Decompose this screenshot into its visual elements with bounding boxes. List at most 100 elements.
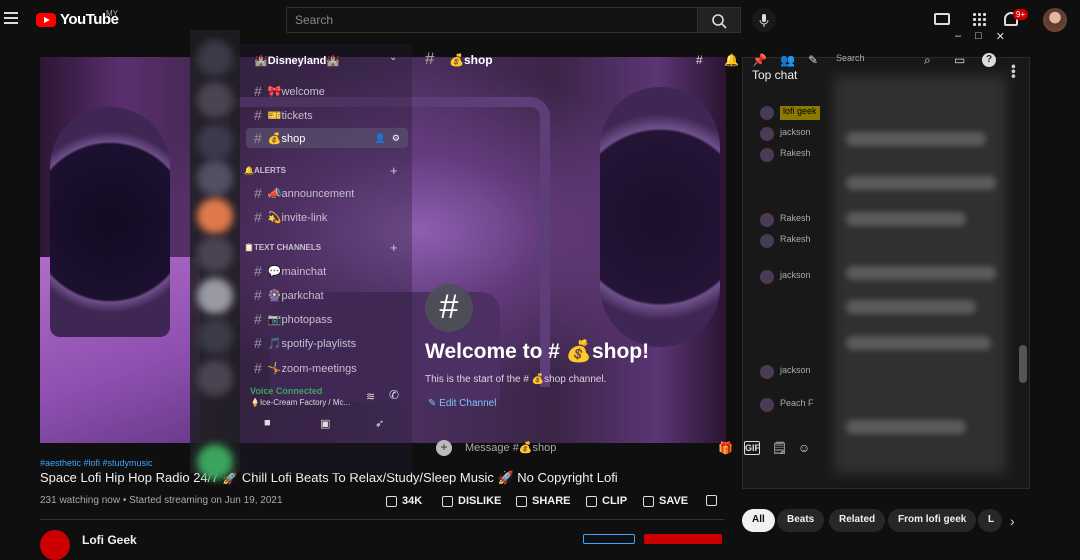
channel-invite-link[interactable]: # 💫invite-link <box>254 209 327 225</box>
gif-button[interactable]: GIF <box>744 441 760 455</box>
pin-icon[interactable]: 📌 <box>752 53 767 67</box>
country-code: MY <box>106 9 118 18</box>
add-channel-icon[interactable]: + <box>390 163 398 178</box>
voice-channel-name[interactable]: 🍦Ice-Cream Factory / Mc... <box>250 398 350 407</box>
blurred-chat-line <box>846 266 996 280</box>
welcome-subtitle: This is the start of the # 💰shop channel… <box>425 374 607 385</box>
edit-icon[interactable]: ✎ <box>808 53 822 67</box>
server-icon[interactable] <box>197 124 233 160</box>
help-icon[interactable]: ? <box>982 53 996 67</box>
chat-message: jackson <box>760 127 811 141</box>
search-icon <box>712 14 727 29</box>
close-icon[interactable]: ✕ <box>996 30 1005 43</box>
sticker-icon[interactable]: 🗒 <box>772 441 788 455</box>
search-icon[interactable]: ⌕ <box>924 53 938 67</box>
subscribe-button[interactable] <box>644 534 722 544</box>
server-name[interactable]: 🏰Disneyland🏰 <box>254 54 340 67</box>
noise-suppression-icon[interactable]: ≋ <box>366 390 375 403</box>
screen-share-icon[interactable]: ▣ <box>320 417 334 430</box>
chat-scrollbar[interactable] <box>1019 345 1027 383</box>
chat-message: Rakesh <box>760 213 811 227</box>
emoji-icon[interactable]: ☺ <box>798 441 814 455</box>
channel-photopass[interactable]: # 📷photopass <box>254 311 332 327</box>
channel-parkchat[interactable]: # 🎡parkchat <box>254 287 324 303</box>
report-button[interactable] <box>706 495 717 506</box>
join-button[interactable] <box>583 534 635 544</box>
hash-icon: # <box>254 107 262 123</box>
server-icon[interactable] <box>197 40 233 76</box>
search-input[interactable]: Search <box>286 7 698 33</box>
chip-beats[interactable]: Beats <box>777 509 825 532</box>
notification-bell-icon[interactable]: 🔔 <box>724 53 739 67</box>
video-camera-icon[interactable]: ■ <box>264 417 278 429</box>
category-text-channels[interactable]: 📋TEXT CHANNELS <box>244 243 321 252</box>
server-icon[interactable] <box>197 360 233 396</box>
channel-shop[interactable]: # 💰shop 👤 ⚙ <box>246 128 408 148</box>
server-icon[interactable] <box>197 82 233 118</box>
video-hashtags[interactable]: #aesthetic #lofi #studymusic <box>40 458 153 468</box>
chat-author: Rakesh <box>780 148 811 158</box>
channel-announcement[interactable]: # 📣announcement <box>254 185 354 201</box>
channel-label: 🎡parkchat <box>267 289 324 302</box>
video-scene-window-right <box>600 87 720 347</box>
more-options-icon[interactable]: ••• <box>1006 64 1022 79</box>
save-button[interactable]: SAVE <box>643 495 688 507</box>
voice-connected-status[interactable]: Voice Connected <box>250 386 322 396</box>
channel-label: 🤸zoom-meetings <box>267 362 357 375</box>
dislike-button[interactable]: DISLIKE <box>442 495 501 507</box>
mic-icon <box>759 14 769 27</box>
maximize-icon[interactable]: □ <box>975 30 982 43</box>
channel-welcome[interactable]: # 🎀welcome <box>254 83 325 99</box>
server-icon[interactable] <box>197 160 233 196</box>
like-count: 34K <box>402 495 423 507</box>
gift-icon[interactable]: 🎁 <box>718 441 734 455</box>
share-icon <box>516 495 527 507</box>
gear-icon[interactable]: ⚙ <box>392 133 400 144</box>
threads-icon[interactable]: # <box>696 53 710 67</box>
apps-grid-icon[interactable] <box>972 12 986 26</box>
chevron-down-icon[interactable]: ⌄ <box>389 52 397 63</box>
server-icon[interactable] <box>197 318 233 354</box>
voice-search-button[interactable] <box>752 8 776 32</box>
channel-name[interactable]: Lofi Geek <box>82 533 137 547</box>
like-button[interactable]: 34K <box>386 495 422 507</box>
video-info: 231 watching now • Started streaming on … <box>40 495 283 506</box>
server-icon[interactable] <box>197 236 233 272</box>
channel-mainchat[interactable]: # 💬mainchat <box>254 263 326 279</box>
clip-button[interactable]: CLIP <box>586 495 627 507</box>
invite-icon[interactable]: 👤 <box>375 133 386 144</box>
server-icon[interactable] <box>197 198 233 234</box>
edit-channel-label: Edit Channel <box>439 398 497 409</box>
minimize-icon[interactable]: – <box>955 30 961 43</box>
edit-channel-link[interactable]: ✎ Edit Channel <box>428 398 496 409</box>
server-icon[interactable] <box>197 444 233 480</box>
inbox-icon[interactable]: ▭ <box>954 53 968 67</box>
channel-zoom-meetings[interactable]: # 🤸zoom-meetings <box>254 360 357 376</box>
blurred-chat-line <box>846 420 966 434</box>
chat-message: lofi geek <box>760 106 820 120</box>
share-button[interactable]: SHARE <box>516 495 571 507</box>
chip-from-channel[interactable]: From lofi geek <box>888 509 977 532</box>
activity-rocket-icon[interactable]: ➶ <box>375 417 389 430</box>
create-video-icon[interactable] <box>934 13 950 25</box>
member-list-icon[interactable]: 👥 <box>780 53 795 67</box>
chip-all[interactable]: All <box>742 509 775 532</box>
attach-plus-icon[interactable]: + <box>436 440 452 456</box>
chip-related[interactable]: Related <box>829 509 886 532</box>
hash-icon: # <box>254 287 262 303</box>
channel-avatar[interactable] <box>40 530 70 560</box>
chat-mode-selector[interactable]: Top chat <box>752 68 797 82</box>
menu-icon[interactable] <box>4 12 18 24</box>
chevron-right-icon[interactable]: › <box>1010 513 1015 529</box>
search-button[interactable] <box>697 7 741 33</box>
add-channel-icon[interactable]: + <box>390 240 398 255</box>
disconnect-icon[interactable]: ✆ <box>389 388 399 402</box>
channel-spotify-playlists[interactable]: # 🎵spotify-playlists <box>254 335 356 351</box>
account-avatar[interactable] <box>1043 8 1067 32</box>
server-icon[interactable] <box>197 278 233 314</box>
channel-label: 💫invite-link <box>267 211 328 224</box>
chip-more[interactable]: L <box>978 509 1002 532</box>
category-alerts[interactable]: 🔔ALERTS <box>244 166 286 175</box>
channel-tickets[interactable]: # 🎫tickets <box>254 107 313 123</box>
message-input[interactable]: Message #💰shop <box>465 441 556 454</box>
